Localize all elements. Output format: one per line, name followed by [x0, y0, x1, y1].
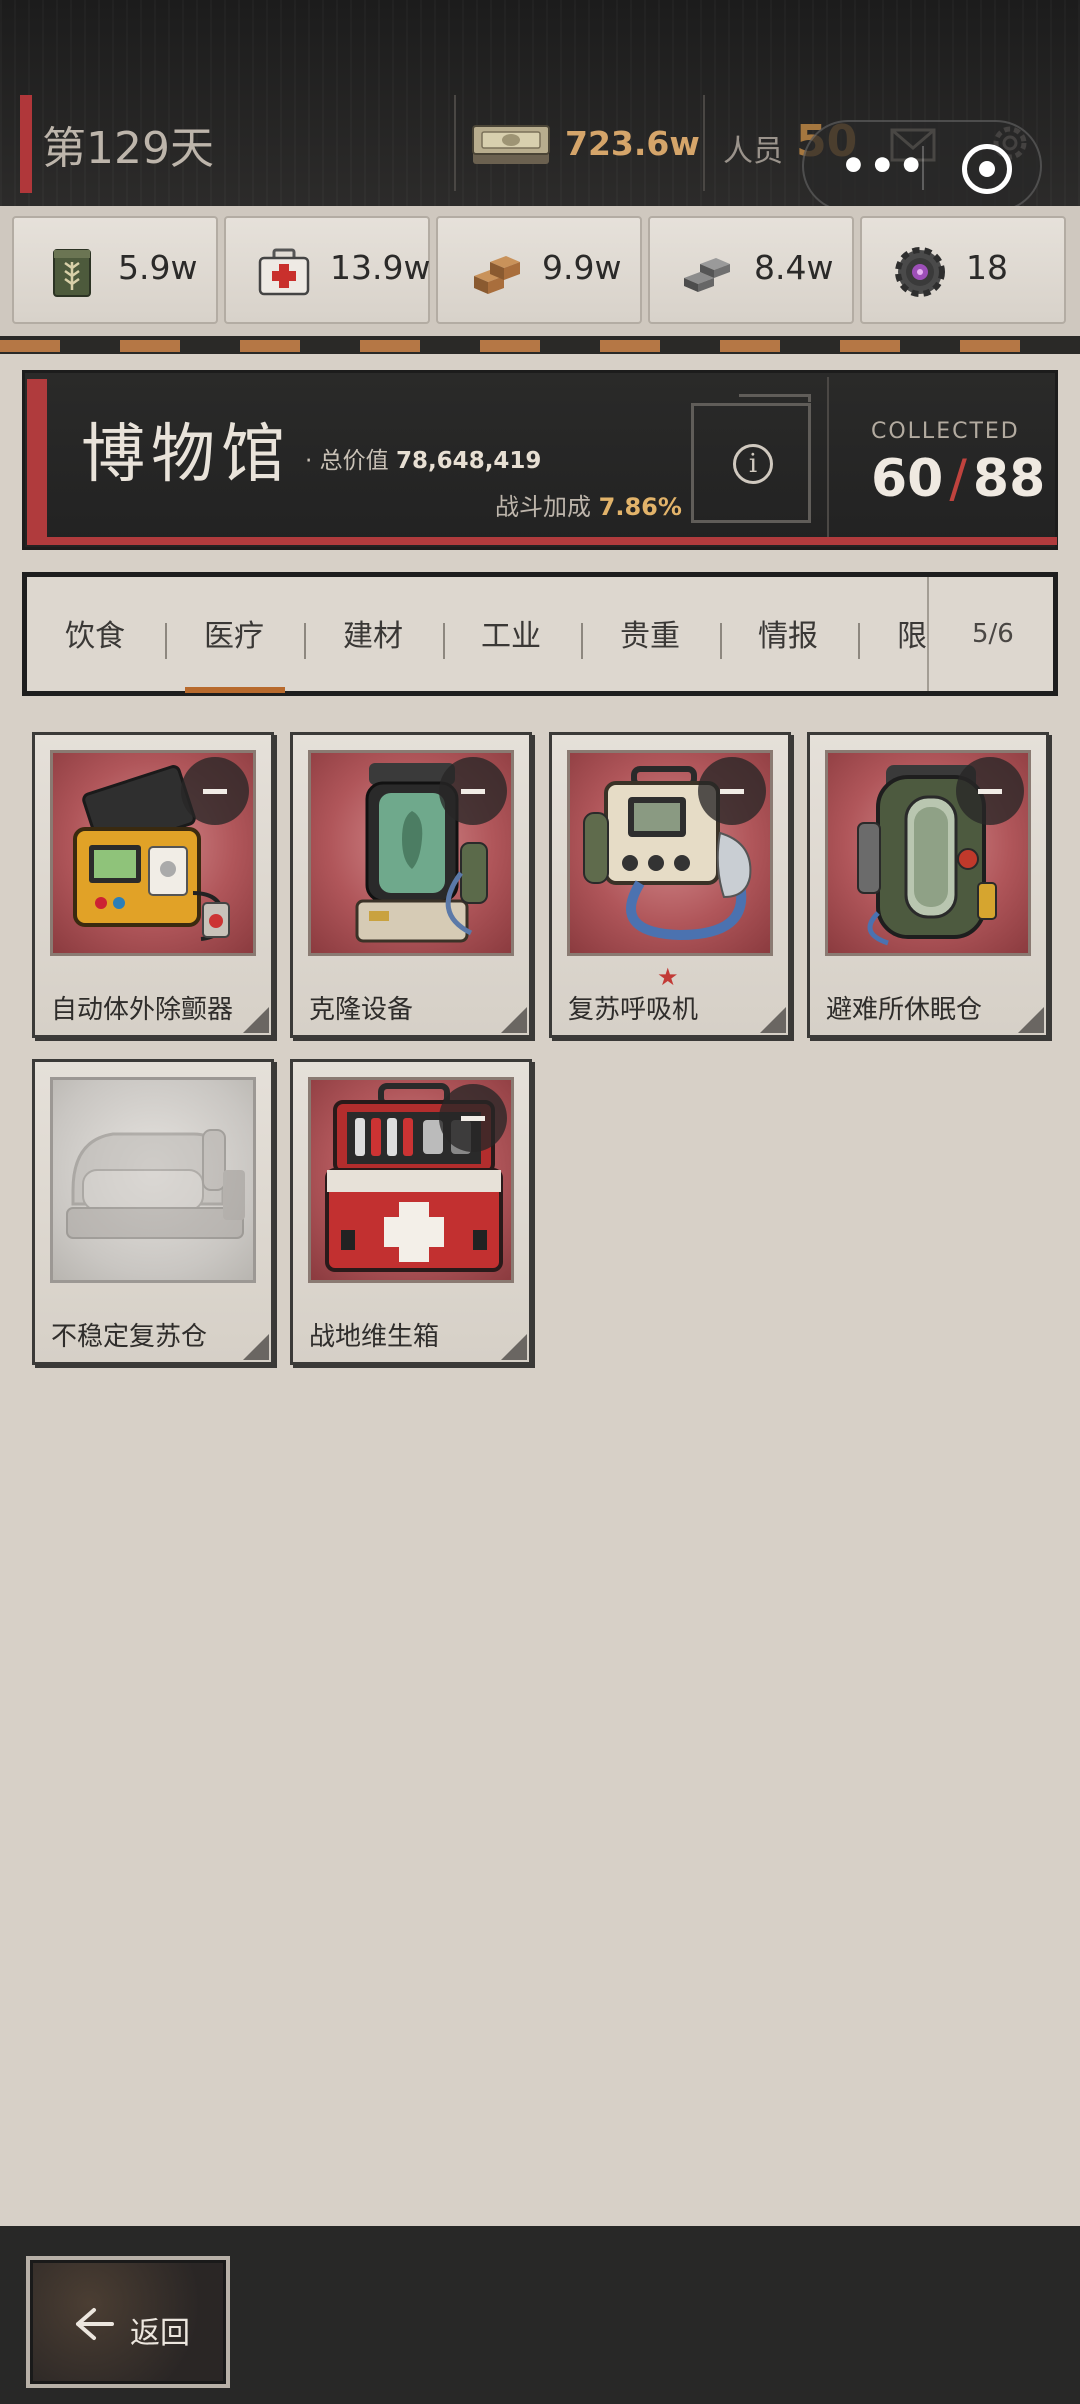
tab-divider: [304, 623, 306, 659]
remove-item-button[interactable]: [956, 757, 1024, 825]
item-name: 避难所休眠仓: [826, 995, 983, 1025]
item-image: [50, 1077, 256, 1283]
resource-industry[interactable]: 8.4w: [648, 216, 854, 324]
category-tabs: 饮食 医疗 建材 工业 贵重 情报 限 5/6: [22, 572, 1058, 696]
museum-header: 博物馆 · 总价值 78,648,419 战斗加成 7.86% i COLLEC…: [22, 370, 1058, 550]
item-card[interactable]: 战地维生箱: [290, 1059, 532, 1365]
resource-value: 5.9w: [118, 248, 198, 287]
divider: [827, 377, 829, 537]
info-icon: i: [733, 444, 773, 484]
collected-total: 88: [972, 449, 1046, 509]
day-accent-bar: [20, 95, 32, 193]
tab-divider: [720, 623, 722, 659]
total-value: · 总价值 78,648,419: [305, 441, 541, 475]
card-corner: [760, 1007, 786, 1033]
cash-stack-icon: [472, 125, 550, 164]
remove-item-button[interactable]: [698, 757, 766, 825]
remove-item-button[interactable]: [439, 757, 507, 825]
item-name: 战地维生箱: [309, 1322, 440, 1352]
item-card[interactable]: 自动体外除颤器: [32, 732, 274, 1038]
resource-value: 18: [966, 248, 1008, 287]
more-dots-icon[interactable]: •••: [840, 145, 927, 187]
miniprogram-capsule: •••: [802, 120, 1042, 212]
collected-label: COLLECTED: [871, 419, 1020, 444]
staff-label: 人员: [723, 134, 783, 169]
medkit-icon: [258, 248, 310, 296]
info-button[interactable]: i: [691, 394, 811, 523]
resource-food[interactable]: 5.9w: [12, 216, 218, 324]
wheat-crate-icon: [53, 249, 91, 297]
remove-item-button[interactable]: [181, 757, 249, 825]
day-counter: 第129天: [42, 123, 214, 174]
tab-divider: [165, 623, 167, 659]
back-button[interactable]: 返回: [26, 2256, 230, 2388]
active-tab-indicator: [185, 687, 285, 693]
item-card[interactable]: 避难所休眠仓: [807, 732, 1049, 1038]
tab-medical[interactable]: 医疗: [204, 611, 264, 655]
total-value-label: · 总价值: [305, 448, 389, 474]
item-name: 复苏呼吸机: [568, 995, 699, 1025]
revival-bed-icon: [66, 1129, 245, 1239]
item-name: 不稳定复苏仓: [51, 1322, 208, 1352]
resource-value: 13.9w: [330, 248, 431, 287]
resource-value: 9.9w: [542, 248, 622, 287]
capsule-divider: [922, 146, 924, 190]
card-corner: [1018, 1007, 1044, 1033]
tab-building[interactable]: 建材: [343, 611, 403, 655]
tab-food[interactable]: 饮食: [65, 611, 125, 655]
tab-page-indicator[interactable]: 5/6: [972, 619, 1014, 649]
card-corner: [501, 1007, 527, 1033]
hazard-stripe: [0, 336, 1080, 354]
card-corner: [243, 1334, 269, 1360]
divider: [703, 95, 705, 191]
total-value-number: 78,648,419: [395, 448, 542, 474]
combat-bonus-label: 战斗加成: [495, 493, 591, 521]
tab-limited[interactable]: 限: [897, 611, 927, 655]
gear-chip-icon: [895, 247, 945, 297]
top-status-bar: 第129天 723.6w 人员 50 •••: [0, 0, 1080, 212]
accent-bar: [27, 379, 47, 543]
card-corner: [501, 1334, 527, 1360]
resource-building[interactable]: 9.9w: [436, 216, 642, 324]
collected-count: 60/88: [871, 449, 1045, 509]
card-corner: [243, 1007, 269, 1033]
steel-ingots-icon: [684, 258, 730, 292]
collected-slash: /: [949, 449, 967, 509]
page-title: 博物馆: [81, 418, 291, 492]
divider: [927, 577, 929, 691]
tab-divider: [581, 623, 583, 659]
item-name: 克隆设备: [309, 995, 414, 1025]
item-card[interactable]: ★ 复苏呼吸机: [549, 732, 791, 1038]
tab-divider: [858, 623, 860, 659]
favorite-star-icon: ★: [657, 963, 679, 991]
item-card[interactable]: 不稳定复苏仓: [32, 1059, 274, 1365]
item-card[interactable]: 克隆设备: [290, 732, 532, 1038]
resource-chips[interactable]: 18: [860, 216, 1066, 324]
combat-bonus: 战斗加成 7.86%: [495, 487, 682, 522]
item-name: 自动体外除颤器: [51, 995, 234, 1025]
combat-bonus-value: 7.86%: [598, 493, 682, 521]
tab-divider: [443, 623, 445, 659]
tab-valuables[interactable]: 贵重: [620, 611, 680, 655]
cash-value: 723.6w: [565, 124, 700, 163]
collected-owned: 60: [871, 449, 944, 509]
resource-medicine[interactable]: 13.9w: [224, 216, 430, 324]
back-button-label: 返回: [130, 2316, 190, 2351]
tab-intel[interactable]: 情报: [758, 611, 818, 655]
remove-item-button[interactable]: [439, 1084, 507, 1152]
tab-industry[interactable]: 工业: [481, 611, 541, 655]
wood-bricks-icon: [474, 256, 520, 294]
resource-row: 5.9w 13.9w 9.9w 8.4w 18: [0, 206, 1080, 336]
info-box-tab: [739, 394, 811, 402]
bottom-bar: 返回: [0, 2226, 1080, 2404]
resource-value: 8.4w: [754, 248, 834, 287]
arrow-left-icon: [76, 2308, 114, 2340]
divider: [454, 95, 456, 191]
accent-bar: [27, 537, 1057, 545]
close-target-icon[interactable]: [962, 144, 1012, 194]
